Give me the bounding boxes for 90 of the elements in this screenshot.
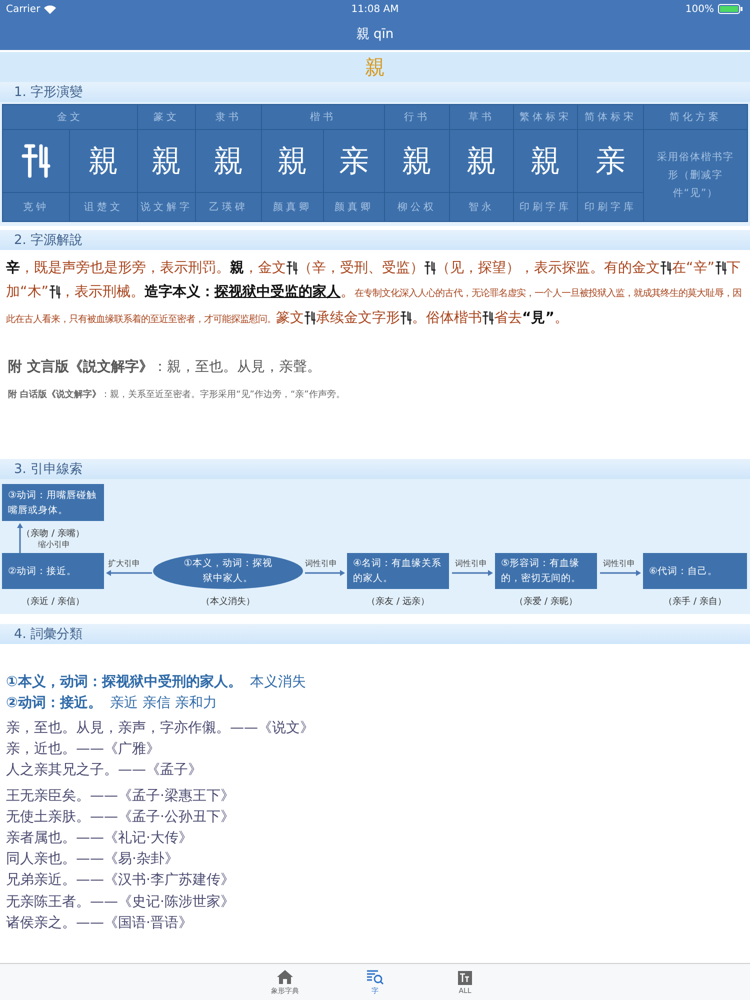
clock: 11:08 AM	[351, 4, 399, 14]
arrow	[17, 523, 23, 553]
quote-line: 无亲陈王者。——《史记·陈涉世家》	[6, 892, 236, 912]
glyph-character: 親	[138, 130, 195, 192]
source-label: 智永	[450, 193, 513, 221]
node-caption: （亲吻 / 亲嘴）	[20, 528, 86, 540]
arrow	[305, 570, 345, 576]
node-caption: （亲近 / 亲信）	[20, 596, 86, 608]
battery-percent: 100%	[685, 4, 714, 14]
scheme-note: 采用俗体楷书字形（删减字件“见”）	[644, 130, 747, 221]
quote-line: 诸侯亲之。——《国语·晋语》	[6, 914, 194, 933]
glyph-character: 親	[70, 130, 137, 192]
source-label: 颜真卿	[262, 193, 323, 221]
column-header: 金文	[3, 105, 137, 129]
carrier-label: Carrier	[6, 4, 40, 14]
node-caption: （亲手 / 亲自）	[662, 596, 728, 608]
sense-words: 亲近 亲信 亲和力	[110, 695, 217, 711]
arrow-label: 词性引申	[305, 558, 337, 569]
quote-line: 亲，近也。——《广雅》	[6, 740, 161, 760]
quote-line: 王无亲臣矣。——《孟子·梁惠王下》	[6, 786, 236, 806]
home-icon	[276, 968, 294, 984]
glyph-character: 亲	[578, 130, 643, 192]
glyph-character: 亲	[324, 130, 384, 192]
node-caption: （亲爱 / 亲昵）	[514, 596, 578, 608]
glyph-character: 親	[450, 130, 513, 192]
glyph-character: 親	[196, 130, 261, 192]
glyph-character: 親	[262, 130, 323, 192]
section-header: 3. 引申線索	[0, 459, 750, 479]
glyph-icon	[304, 310, 316, 326]
source-label: 乙瑛碑	[196, 193, 261, 221]
column-header: 隶书	[196, 105, 261, 129]
column-header: 繁体标宋	[514, 105, 577, 129]
nav-title: 親 qīn	[356, 26, 394, 43]
quote-line: 亲，至也。从見，亲声，字亦作儭。——《说文》	[6, 719, 315, 738]
arrow-label: 扩大引申	[108, 558, 140, 569]
box-node: ②动词：接近。	[2, 553, 104, 589]
origin-paragraph: 辛，既是声旁也是形旁，表示刑罚。親，金文 （辛，受刑、受监） （见，探望），表示探监。有的金文 在“辛” 下加“木” ，表示刑械。造字本义：探视狱中受监的家人。在专制文化深入人心的古代，无论罪名虚实，一个人一旦被投狱入监，就成其终生的莫大耻辱，因此在古人看来，只有被血缘联系着的至近至密者，才可能探监慰问。篆文 承续金文字形 。俗体楷书 省去“見”。	[5, 258, 743, 328]
sense-title: ①本义，动词：探视狱中受刑的家人。	[6, 674, 242, 690]
section-header: 1. 字形演變	[0, 82, 750, 102]
glyph-icon	[482, 310, 494, 326]
column-header: 简体标宋	[578, 105, 643, 129]
quote-line: 人之亲其兄之子。——《孟子》	[6, 761, 203, 780]
arrow-label: 缩小引申	[38, 539, 70, 550]
wifi-icon	[44, 4, 56, 14]
quote-line: 无使土亲肤。——《孟子·公孙丑下》	[6, 808, 236, 827]
source-label: 诅楚文	[70, 193, 137, 221]
source-label: 颜真卿	[324, 193, 384, 221]
glyph-character: 親	[385, 130, 449, 192]
source-label: 说文解字	[138, 193, 195, 221]
classical-definition: 附 文言版《説文解字》：親，至也。从見，亲聲。	[7, 358, 322, 376]
glyph-icon	[714, 260, 727, 276]
section-header: 4. 詞彙分類	[0, 624, 750, 644]
arrow-label: 词性引申	[603, 558, 635, 569]
arrow-label: 词性引申	[455, 558, 487, 569]
headword: 親	[365, 54, 385, 80]
column-header: 简化方案	[644, 105, 747, 129]
box-node: ⑥代词：自己。	[643, 553, 747, 589]
ellipse-node: ①本义，动词：探视狱中家人。	[153, 553, 303, 589]
column-header: 楷书	[262, 105, 384, 129]
glyph-icon	[286, 260, 298, 276]
column-header: 篆文	[138, 105, 195, 129]
node-caption: （本义消失）	[200, 596, 256, 608]
glyph-icon	[424, 260, 436, 276]
vernacular-definition: 附 白话版《说文解字》：親，关系至近至密者。字形采用“见”作边旁，“亲”作声旁。	[7, 388, 346, 401]
quote-line: 亲者属也。——《礼记·大传》	[6, 829, 194, 848]
battery-icon	[718, 4, 744, 14]
source-label: 印刷字库	[578, 193, 643, 221]
search-icon	[366, 968, 384, 984]
text-size-icon	[457, 970, 473, 986]
column-header: 草书	[450, 105, 513, 129]
arrow	[106, 570, 152, 576]
box-node: ⑤形容词：有血缘的，密切无间的。	[495, 553, 597, 589]
sense-words: 本义消失	[250, 674, 306, 690]
glyph-icon	[48, 284, 61, 300]
glyph-character: 親	[514, 130, 577, 192]
box-node: ③动词：用嘴唇碰触嘴唇或身体。	[2, 484, 104, 521]
source-label: 克钟	[3, 193, 69, 221]
column-header: 行书	[385, 105, 449, 129]
section-header: 2. 字源解說	[0, 230, 750, 250]
source-label: 柳公权	[385, 193, 449, 221]
source-label: 印刷字库	[514, 193, 577, 221]
box-node: ④名词：有血缘关系的家人。	[347, 553, 449, 589]
glyph-icon	[660, 260, 672, 276]
node-caption: （亲友 / 远亲）	[366, 596, 430, 608]
arrow	[452, 570, 493, 576]
glyph-icon	[400, 310, 412, 326]
sense-title: ②动词：接近。	[6, 695, 102, 711]
quote-line: 同人亲也。——《易·杂卦》	[6, 850, 180, 870]
quote-line: 兄弟亲近。——《汉书·李广苏建传》	[6, 871, 236, 890]
arrow	[600, 570, 641, 576]
